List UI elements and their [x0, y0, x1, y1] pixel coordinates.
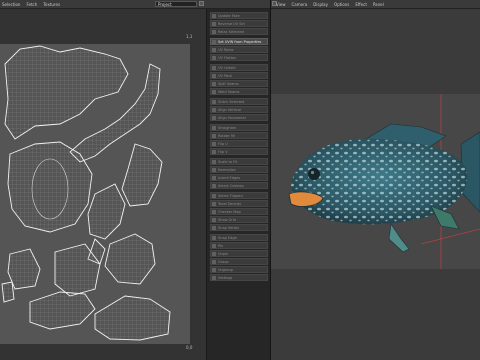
tool-split-seams[interactable]: Split Seams — [210, 80, 268, 87]
normalize-icon — [212, 168, 216, 172]
tool-relax-selected[interactable]: Relax Selected — [210, 28, 268, 35]
tool-group[interactable]: Group — [210, 258, 268, 265]
uv-island-eye — [1, 281, 15, 303]
tool-checker-map[interactable]: Checker Map — [210, 208, 268, 215]
tool-select-flipped[interactable]: Select Flipped — [210, 192, 268, 199]
scale-icon — [212, 160, 216, 164]
3d-viewport[interactable] — [271, 9, 480, 360]
settings-tool-icon — [212, 276, 216, 280]
update-face-icon — [212, 14, 216, 18]
set-uvw-icon — [212, 40, 216, 44]
flip-u-icon — [212, 142, 216, 146]
uv-island-gill — [104, 233, 156, 285]
checker-icon — [212, 210, 216, 214]
tool-align-horizontal[interactable]: Align Horizontal — [210, 114, 268, 121]
fish-model — [288, 94, 480, 269]
weld-seams-icon — [212, 90, 216, 94]
menu-item-textures[interactable]: Textures — [43, 2, 60, 7]
relax-selected-icon — [212, 30, 216, 34]
uv-relax-icon — [212, 48, 216, 52]
uv-pack-icon — [212, 74, 216, 78]
viewport-render-area — [271, 94, 480, 269]
uv-island-pectoral-fin — [121, 143, 163, 207]
tool-normalize[interactable]: Normalize — [210, 166, 268, 173]
tool-settings[interactable]: Settings — [210, 274, 268, 281]
tool-uv-unfold[interactable]: UV Unfold — [210, 64, 268, 71]
snap-edge-icon — [212, 236, 216, 240]
uv-island-anal-fin — [29, 291, 96, 330]
uv-island-tail — [94, 295, 171, 341]
menu-item-panel[interactable]: Panel — [373, 2, 384, 7]
tool-unpin[interactable]: Unpin — [210, 250, 268, 257]
settings-icon[interactable] — [199, 1, 204, 6]
ungroup-icon — [212, 268, 216, 272]
uv-flatten-icon — [212, 56, 216, 60]
pin-icon — [212, 244, 216, 248]
tool-ungroup[interactable]: Ungroup — [210, 266, 268, 273]
menu-bar — [0, 0, 480, 9]
tool-island-edges[interactable]: Island Edges — [210, 174, 268, 181]
tool-flip-v[interactable]: Flip V — [210, 148, 268, 155]
tool-select-overlap[interactable]: Select Overlap — [210, 182, 268, 189]
uv-origin-label: 0,0 — [186, 345, 193, 350]
tool-weld-seams[interactable]: Weld Seams — [210, 88, 268, 95]
split-seams-icon — [212, 82, 216, 86]
tool-uv-relax[interactable]: UV Relax — [210, 46, 268, 53]
fish-pectoral-fin — [388, 223, 410, 253]
reverse-uv-sel-icon — [212, 22, 216, 26]
tool-scale-to-fit[interactable]: Scale to Fit — [210, 158, 268, 165]
menu-item-fetch[interactable]: Fetch — [26, 2, 37, 7]
menu-item-effect[interactable]: Effect — [355, 2, 367, 7]
uv-island-mouth — [7, 248, 41, 290]
align-horizontal-icon — [212, 116, 216, 120]
tool-set-uvw-from-properties[interactable]: Set UVW from Properties — [210, 38, 268, 45]
fish-eye — [308, 168, 320, 180]
uv-islands — [1, 45, 171, 341]
uv-editor-menu: Selection Fetch Textures — [2, 0, 60, 8]
island-edges-icon — [212, 176, 216, 180]
overlap-icon — [212, 184, 216, 188]
straighten-icon — [212, 126, 216, 130]
menu-item-camera[interactable]: Camera — [292, 2, 308, 7]
tool-rotate-90[interactable]: Rotate 90 — [210, 132, 268, 139]
uv-island-upper-body — [4, 45, 129, 140]
flipped-icon — [212, 194, 216, 198]
axis-line-horizontal — [420, 228, 480, 245]
menu-item-options[interactable]: Options — [334, 2, 349, 7]
tool-texel-density[interactable]: Texel Density — [210, 200, 268, 207]
tool-show-grid[interactable]: Show Grid — [210, 216, 268, 223]
uv-unfold-icon — [212, 66, 216, 70]
tool-snap-edge[interactable]: Snap Edge — [210, 234, 268, 241]
tool-flip-u[interactable]: Flip U — [210, 140, 268, 147]
grid-icon — [212, 218, 216, 222]
uv-corner-label: 1,1 — [186, 34, 193, 39]
unpin-icon — [212, 252, 216, 256]
uv-island-head — [7, 141, 93, 233]
texel-icon — [212, 202, 216, 206]
tool-uv-flatten[interactable]: UV Flatten — [210, 54, 268, 61]
align-vertical-icon — [212, 108, 216, 112]
menu-item-display[interactable]: Display — [313, 2, 328, 7]
group-icon — [212, 260, 216, 264]
tool-pin[interactable]: Pin — [210, 242, 268, 249]
flip-v-icon — [212, 150, 216, 154]
tool-update-face[interactable]: Update Face — [210, 12, 268, 19]
snap-vertex-icon — [212, 226, 216, 230]
project-dropdown[interactable]: Project — [155, 1, 197, 7]
tool-align-vertical[interactable]: Align Vertical — [210, 106, 268, 113]
uv-canvas[interactable] — [0, 44, 190, 344]
uv-editor-panel: 1,1 0,0 — [0, 9, 206, 360]
tool-snap-vertex[interactable]: Snap Vertex — [210, 224, 268, 231]
stitch-icon — [212, 100, 216, 104]
rotate-icon — [212, 134, 216, 138]
viewport-menu: View Camera Display Options Effect Panel — [276, 0, 384, 8]
uv-island-jaw — [87, 183, 126, 240]
tool-reverse-uv-sel[interactable]: Reverse UV Sel — [210, 20, 268, 27]
tool-stitch-selected[interactable]: Stitch Selected — [210, 98, 268, 105]
tool-uv-pack[interactable]: UV Pack — [210, 72, 268, 79]
tool-straighten[interactable]: Straighten — [210, 124, 268, 131]
uv-tools-panel: Update Face Reverse UV Sel Relax Selecte… — [206, 9, 272, 360]
menu-item-view[interactable]: View — [276, 2, 286, 7]
menu-item-selection[interactable]: Selection — [2, 2, 20, 7]
